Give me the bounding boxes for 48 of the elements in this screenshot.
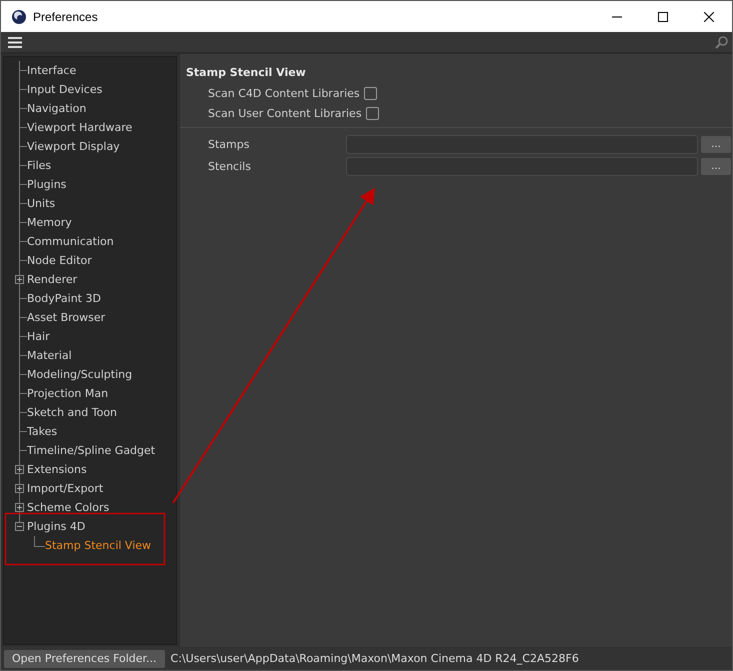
tree-item[interactable]: Plugins 4D (27, 520, 86, 533)
tree-item[interactable]: Import/Export (27, 482, 104, 495)
tree-item[interactable]: BodyPaint 3D (27, 292, 101, 305)
expander-icon[interactable] (15, 522, 24, 531)
tree-item[interactable]: Stamp Stencil View (45, 539, 152, 552)
window-title: Preferences (33, 10, 98, 24)
expander-icon[interactable] (15, 484, 24, 493)
expander-icon[interactable] (15, 275, 24, 284)
tree-item[interactable]: Projection Man (27, 387, 108, 400)
tree-item[interactable]: Viewport Hardware (27, 121, 132, 134)
tree-item[interactable]: Memory (27, 216, 72, 229)
field-label: Stamps (208, 138, 250, 150)
close-icon[interactable] (704, 12, 714, 22)
tree-item[interactable]: Interface (27, 64, 76, 77)
tree-item[interactable]: Modeling/Sculpting (27, 368, 132, 381)
field-label: Stencils (208, 160, 252, 172)
tree-item[interactable]: Sketch and Toon (27, 406, 118, 419)
expander-icon[interactable] (15, 503, 24, 512)
folder-path: C:\Users\user\AppData\Roaming\Maxon\Maxon Cinema 4D R24_C2A528F6 (170, 652, 579, 665)
tree-item[interactable]: Communication (27, 235, 114, 248)
tree-item[interactable]: Material (27, 349, 72, 362)
open-folder-button[interactable]: Open Preferences Folder... (4, 650, 165, 668)
checkbox-label: Scan C4D Content Libraries (208, 86, 360, 100)
tree-item[interactable]: Extensions (27, 463, 87, 476)
menu-icon[interactable] (8, 36, 22, 48)
tree-item[interactable]: Node Editor (27, 254, 92, 267)
tree-item[interactable]: Hair (27, 330, 50, 343)
search-icon[interactable] (715, 36, 728, 48)
tree-item[interactable]: Viewport Display (27, 140, 120, 153)
tree-item[interactable]: Takes (27, 425, 58, 438)
tree-item[interactable]: Scheme Colors (27, 501, 110, 514)
tree-item[interactable]: Navigation (27, 102, 86, 115)
tree-item[interactable]: Files (27, 159, 52, 172)
expander-icon[interactable] (15, 465, 24, 474)
tree-item[interactable]: Timeline/Spline Gadget (27, 444, 156, 457)
checkbox-label: Scan User Content Libraries (208, 106, 362, 120)
tree-item[interactable]: Plugins (27, 178, 66, 191)
sphere-icon (11, 8, 27, 24)
tree-item[interactable]: Input Devices (27, 83, 102, 96)
checkbox[interactable] (364, 86, 377, 100)
checkbox[interactable] (366, 106, 379, 120)
browse-button[interactable]: ... (701, 136, 731, 152)
tree-item[interactable]: Asset Browser (27, 311, 106, 324)
section-title: Stamp Stencil View (185, 66, 307, 79)
tree-item[interactable]: Renderer (27, 273, 78, 286)
tree-item[interactable]: Units (27, 197, 56, 210)
maximize-icon[interactable] (658, 12, 668, 22)
browse-button[interactable]: ... (701, 158, 731, 174)
